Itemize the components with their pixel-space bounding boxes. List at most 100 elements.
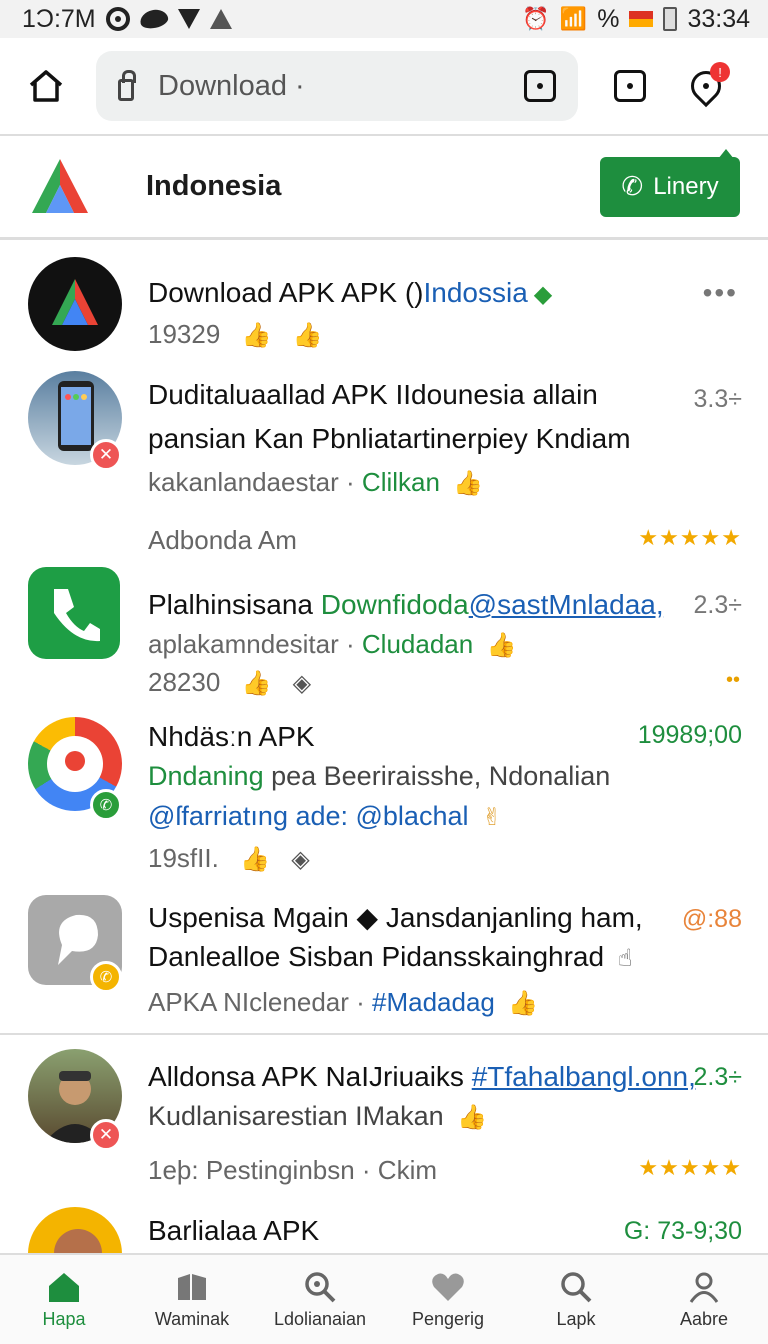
list-item[interactable]: ✆ Uspenisa Mgain ◆ Jansdanjanling ham, D…: [0, 889, 768, 1033]
close-badge-icon: ✕: [90, 1119, 122, 1151]
item-title-link[interactable]: Indossia: [423, 277, 527, 308]
user-avatar: [28, 1207, 122, 1253]
like-icon[interactable]: 👍: [240, 845, 270, 874]
call-button[interactable]: ✆ Linery: [600, 148, 740, 217]
site-header: Indonesia ✆ Linery: [0, 136, 768, 240]
browser-toolbar: Download · !: [0, 38, 768, 136]
heart-icon: [431, 1269, 465, 1305]
item-title-link[interactable]: @sastMnladaa,: [469, 589, 664, 620]
close-badge-icon: ✕: [90, 439, 122, 471]
app-list: Download APK APK ()Indossia ◆ 19329 👍 👍 •…: [0, 243, 768, 1253]
list-item[interactable]: ✕ Duditaluaallad APK IIdounesia allain p…: [0, 359, 768, 559]
address-bar[interactable]: Download ·: [96, 51, 578, 121]
nav-profile[interactable]: Aabre: [640, 1255, 768, 1344]
tab-switcher-icon[interactable]: [524, 70, 556, 102]
rating-stars: ★★★★★: [638, 525, 742, 550]
thumbs-up-icon: 👍: [453, 470, 484, 497]
tag-icon[interactable]: ◈: [291, 845, 309, 874]
item-subtitle-link[interactable]: #Madadag: [372, 987, 495, 1017]
item-title-text: Danlealloe Sisban Pidansskainghrad: [148, 941, 605, 972]
app-avatar: [28, 257, 122, 351]
hand-icon: ☝: [617, 945, 633, 972]
search-icon: [560, 1269, 592, 1305]
item-line3: @ſfarriatıng ade: @blachal ✌: [148, 801, 502, 832]
phone-icon: ✆: [621, 171, 644, 201]
list-item[interactable]: Plalhinsisana Downfidoda@sastMnladaa, ap…: [0, 559, 768, 709]
nav-label: Pengerig: [411, 1309, 485, 1329]
nav-label: Hapa: [42, 1309, 86, 1329]
status-left: 1Ɔ:7M: [22, 5, 232, 34]
item-subtitle-link[interactable]: Cludadan: [362, 629, 473, 659]
signal-down-icon: [177, 9, 200, 29]
item-title: Barlialaa APK: [148, 1215, 320, 1246]
item-title: Plalhinsisana Downfidoda@sastMnladaa,: [148, 589, 664, 621]
location-button[interactable]: !: [682, 62, 730, 110]
nav-favorites[interactable]: Pengerig: [384, 1255, 512, 1344]
list-item[interactable]: ✕ Alldonsa APK NaIJriuaiks #Tfahalbangl.…: [0, 1035, 768, 1203]
status-bar: 1Ɔ:7M ⏰ 📶 % 33:34: [0, 0, 768, 38]
tag-icon[interactable]: ◈: [293, 669, 311, 698]
nav-home[interactable]: Hapa: [0, 1255, 128, 1344]
item-rating: 3.3÷: [693, 385, 742, 413]
warning-icon: [209, 9, 232, 29]
download-count: 19sfII.: [148, 843, 219, 873]
tabs-button[interactable]: [606, 62, 654, 110]
thumbs-up-icon: 👍: [457, 1104, 488, 1131]
item-meta: Adbonda Am: [148, 525, 297, 555]
item-subtitle-text: APKA NIclenedar ·: [148, 987, 365, 1017]
item-title: Alldonsa APK NaIJriuaiks #Tfahalbangl.on…: [148, 1061, 696, 1093]
phone-badge-icon: ✆: [90, 961, 122, 993]
like-icon[interactable]: 👍: [242, 669, 272, 698]
battery-percent: %: [597, 4, 620, 33]
rating-stars: ★★★★★: [638, 1155, 742, 1180]
more-options-icon[interactable]: •••: [703, 277, 738, 309]
nav-label: Ldolianaian: [273, 1309, 367, 1329]
item-rating: 2.3÷: [693, 1063, 742, 1091]
list-item[interactable]: ✆ Nhdäsːn APK Dndaning pea Beeriraisshe,…: [0, 709, 768, 889]
item-rating: 19989;00: [637, 721, 742, 749]
nav-lapk[interactable]: Lapk: [512, 1255, 640, 1344]
list-item[interactable]: Barlialaa APK G: 73-9;30: [0, 1203, 768, 1253]
item-stats: 28230 👍 ◈: [148, 667, 311, 698]
download-count: 28230: [148, 667, 221, 697]
item-line2: Dndaning pea Beeriraisshe, Ndonalian: [148, 761, 610, 792]
item-subtitle-text: Kudlanisarestian IMakan: [148, 1101, 444, 1131]
alarm-icon: ⏰: [522, 6, 550, 31]
item-line3-link[interactable]: @ſfarriatıng ade: @blachal: [148, 801, 468, 831]
item-title-link[interactable]: #Tfahalbangl.onn,: [472, 1061, 696, 1092]
item-stats: 19329 👍 👍: [148, 319, 323, 350]
eye-icon: [138, 7, 170, 31]
item-title-green: Downfidoda: [320, 589, 469, 620]
item-subtitle: APKA NIclenedar · #Madadag 👍: [148, 987, 538, 1018]
status-time: 1Ɔ:7M: [22, 4, 96, 33]
item-rating: G: 73-9;30: [623, 1217, 742, 1245]
download-count: 19329: [148, 319, 221, 349]
home-button[interactable]: [24, 64, 68, 108]
like-outline-icon[interactable]: 👍: [293, 321, 323, 350]
item-subtitle-text: aplakamndesitar ·: [148, 629, 355, 659]
item-subtitle-link[interactable]: Clilkan: [362, 467, 440, 497]
item-meta: 1eþ: Pestinginbsn · Ckim: [148, 1155, 438, 1185]
nav-label: Waminak: [154, 1309, 230, 1329]
app-avatar: [28, 567, 120, 659]
call-button-label: Linery: [653, 172, 719, 200]
item-subtitle: aplakamndesitar · Cludadan 👍: [148, 629, 516, 660]
item-title-line2: pansian Kan Pbnliatartinerpiey Kndiam: [148, 423, 631, 454]
like-icon[interactable]: 👍: [242, 321, 272, 350]
item-line2-text: pea Beeriraisshe, Ndonalian: [271, 761, 611, 791]
notification-dot: !: [710, 62, 730, 82]
nav-waminak[interactable]: Waminak: [128, 1255, 256, 1344]
flag-icon: [629, 11, 654, 27]
app-logo-icon: [52, 279, 98, 325]
item-rating: 2.3÷: [693, 591, 742, 619]
phone-badge-icon: ✆: [90, 789, 122, 821]
item-title: Nhdäsːn APK: [148, 721, 315, 752]
item-rating: @:88: [681, 905, 742, 933]
more-dots-icon[interactable]: ••: [726, 669, 740, 692]
nav-label: Lapk: [556, 1309, 596, 1329]
item-title-line1: Duditaluaallad APK IIdounesia allain: [148, 379, 598, 410]
nav-search[interactable]: Ldolianaian: [256, 1255, 384, 1344]
list-item[interactable]: Download APK APK ()Indossia ◆ 19329 👍 👍 •…: [0, 243, 768, 359]
item-subtitle: Kudlanisarestian IMakan 👍: [148, 1101, 487, 1132]
bookmark-icon: [176, 1269, 208, 1305]
